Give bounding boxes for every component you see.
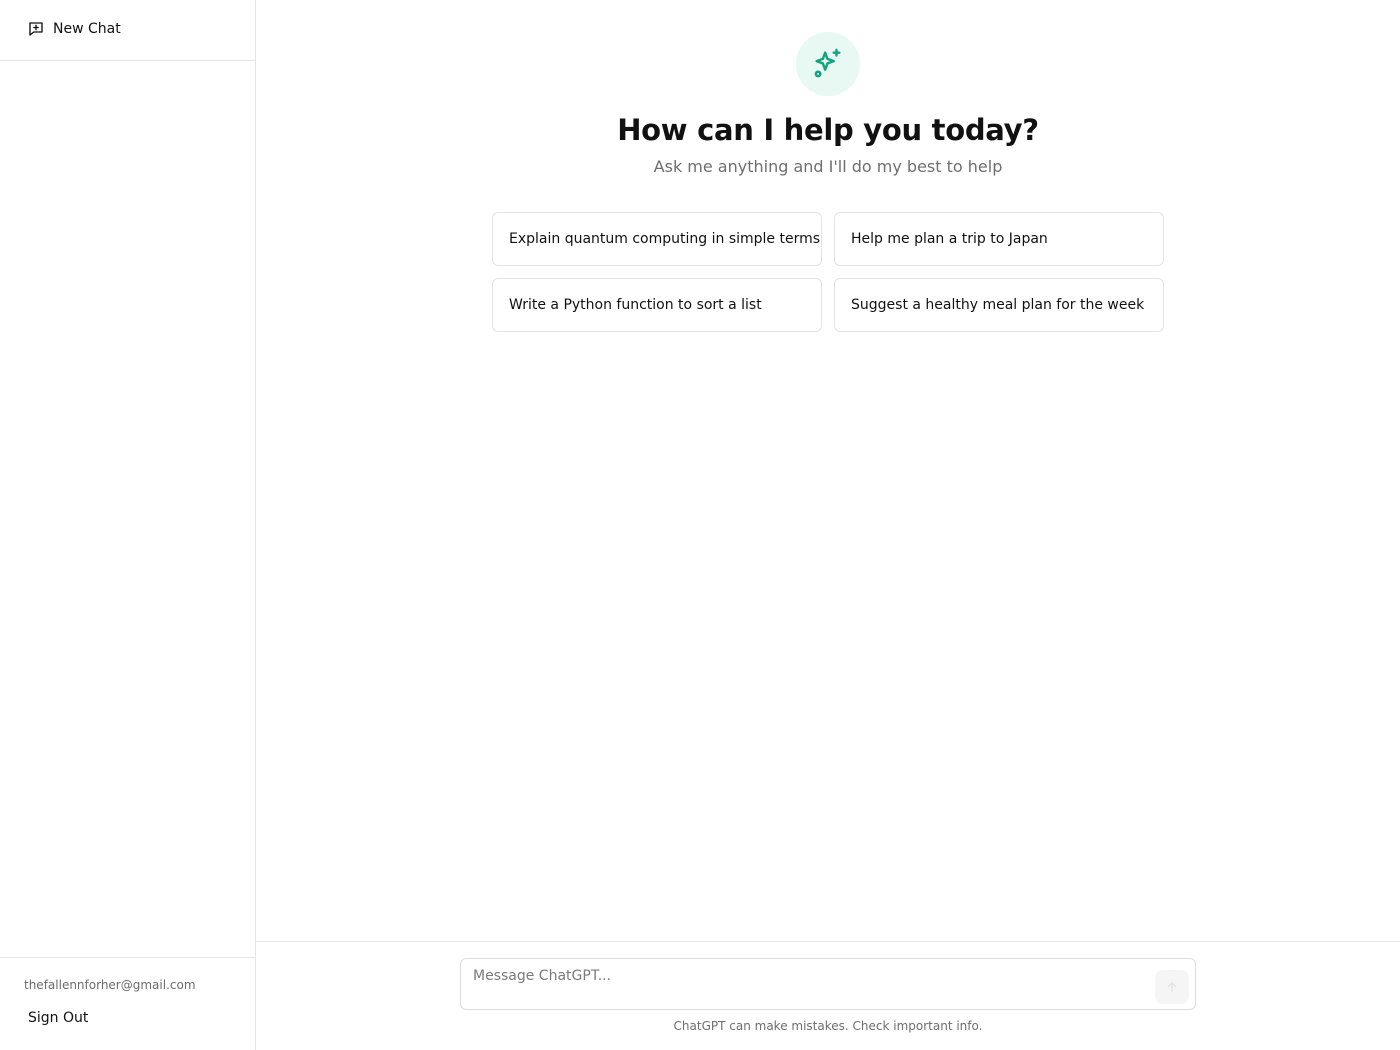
composer-area: ChatGPT can make mistakes. Check importa… <box>256 941 1400 1050</box>
disclaimer-text: ChatGPT can make mistakes. Check importa… <box>673 1019 983 1033</box>
message-composer <box>460 958 1196 1010</box>
main-panel: How can I help you today? Ask me anythin… <box>256 0 1400 1050</box>
new-chat-label: New Chat <box>53 21 121 37</box>
sparkles-icon <box>796 32 860 96</box>
user-email: thefallennforher@gmail.com <box>24 978 196 992</box>
message-input[interactable] <box>473 968 1153 1002</box>
page-title: How can I help you today? <box>617 113 1039 147</box>
new-chat-button[interactable]: New Chat <box>16 14 131 44</box>
suggestion-card[interactable]: Write a Python function to sort a list <box>492 278 822 332</box>
sidebar: New Chat thefallennforher@gmail.com Sign… <box>0 0 256 1050</box>
suggestion-grid: Explain quantum computing in simple term… <box>492 212 1164 332</box>
page-subtitle: Ask me anything and I'll do my best to h… <box>653 157 1003 176</box>
account-section: thefallennforher@gmail.com Sign Out <box>0 957 255 1050</box>
app: New Chat thefallennforher@gmail.com Sign… <box>0 0 1400 1050</box>
suggestion-card[interactable]: Suggest a healthy meal plan for the week <box>834 278 1164 332</box>
send-button[interactable] <box>1155 970 1189 1004</box>
welcome-hero: How can I help you today? Ask me anythin… <box>256 32 1400 176</box>
sidebar-header: New Chat <box>0 0 255 61</box>
suggestion-card[interactable]: Explain quantum computing in simple term… <box>492 212 822 266</box>
sign-out-button[interactable]: Sign Out <box>20 1006 96 1030</box>
suggestion-card[interactable]: Help me plan a trip to Japan <box>834 212 1164 266</box>
message-plus-icon <box>27 20 45 38</box>
arrow-up-icon <box>1165 980 1179 994</box>
